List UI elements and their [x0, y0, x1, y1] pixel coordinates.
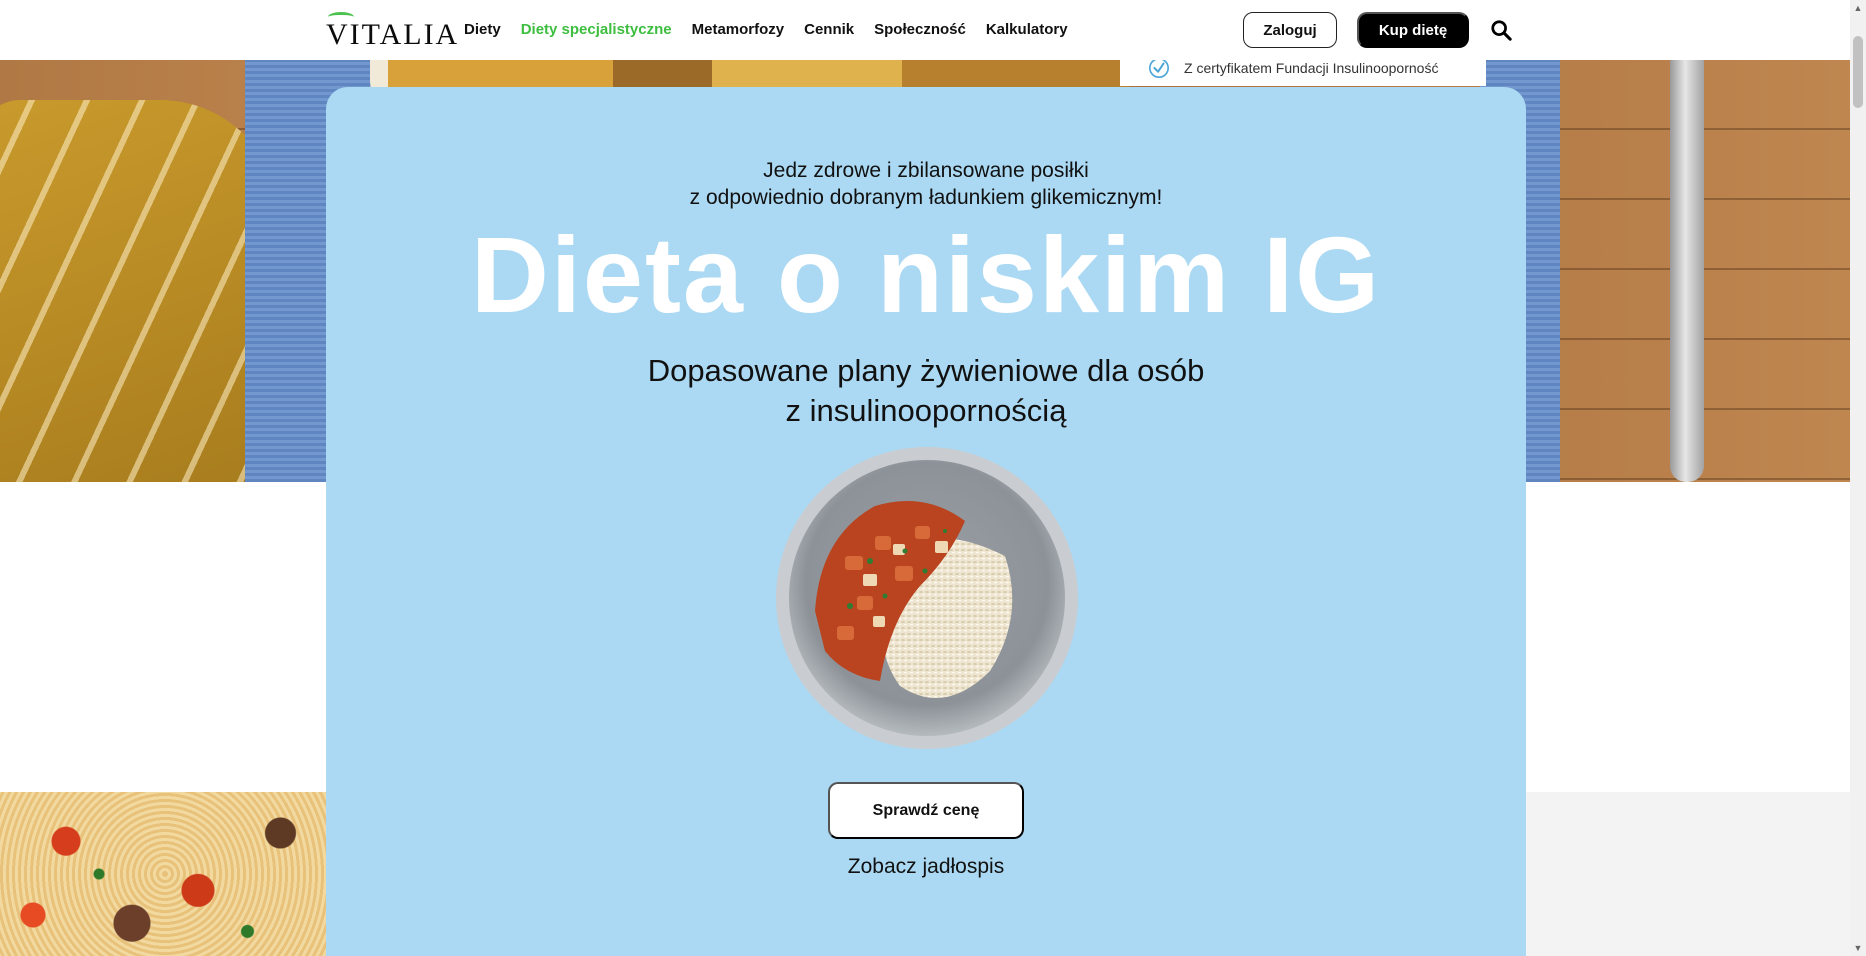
page-title: Dieta o niskim IG [470, 214, 1382, 335]
nav-item-kalkulatory[interactable]: Kalkulatory [986, 21, 1068, 38]
nav-item-diety-specjalistyczne[interactable]: Diety specjalistyczne [521, 21, 672, 38]
nav-item-metamorfozy[interactable]: Metamorfozy [692, 21, 785, 38]
hero-card: Jedz zdrowe i zbilansowane posiłki z odp… [326, 87, 1526, 956]
check-price-button[interactable]: Sprawdź cenę [828, 782, 1024, 839]
site-header: VITALIA Diety Diety specjalistyczne Meta… [0, 0, 1850, 60]
dish-plate-image [776, 447, 1078, 749]
hero-subtitle-line1: Dopasowane plany żywieniowe dla osób [647, 353, 1205, 388]
hero-lead: Jedz zdrowe i zbilansowane posiłki z odp… [326, 157, 1526, 211]
vitalia-logo[interactable]: VITALIA [326, 12, 457, 50]
certificate-text: Z certyfikatem Fundacji Insulinooporność [1184, 60, 1439, 76]
nav-item-spolecznosc[interactable]: Społeczność [874, 21, 966, 38]
hero-subtitle-line2: z insulinoopornością [785, 393, 1067, 428]
see-menu-link[interactable]: Zobacz jadłospis [326, 855, 1526, 879]
scroll-down-arrow-icon[interactable]: ▼ [1850, 940, 1866, 956]
main-nav: Diety Diety specjalistyczne Metamorfozy … [464, 21, 1068, 38]
login-button[interactable]: Zaloguj [1243, 12, 1337, 48]
scroll-thumb[interactable] [1853, 36, 1863, 108]
grey-panel [1526, 792, 1850, 956]
nav-item-cennik[interactable]: Cennik [804, 21, 854, 38]
check-circle-icon [1149, 58, 1169, 78]
hero-subtitle: Dopasowane plany żywieniowe dla osób z i… [326, 351, 1526, 431]
search-icon[interactable] [1490, 19, 1512, 41]
scroll-up-arrow-icon[interactable]: ▲ [1850, 0, 1866, 16]
logo-text: VITALIA [326, 18, 460, 51]
hero-lead-line1: Jedz zdrowe i zbilansowane posiłki [763, 159, 1089, 182]
fork-image [1670, 60, 1704, 482]
nav-item-diety[interactable]: Diety [464, 21, 501, 38]
buy-diet-button[interactable]: Kup dietę [1357, 12, 1469, 48]
hero-lead-line2: z odpowiednio dobranym ładunkiem glikemi… [689, 186, 1163, 209]
yellow-napkin-image [0, 100, 280, 482]
page-scrollbar[interactable]: ▲ ▼ [1850, 0, 1866, 956]
food-photo-bottom [0, 792, 330, 956]
